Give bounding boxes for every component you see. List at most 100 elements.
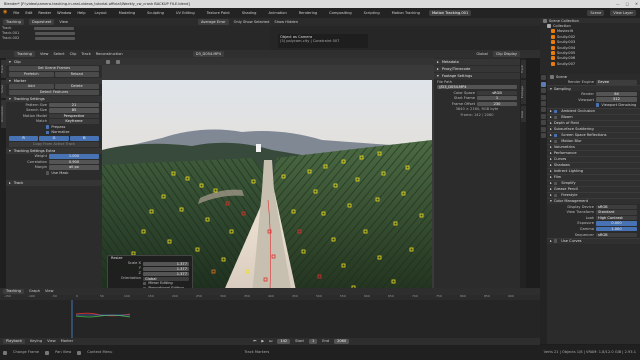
footage-frame[interactable]: Resize Scale X 1.377 Y 1.377 Z 1.377 Orient… xyxy=(102,80,432,295)
add-marker-button[interactable]: Add xyxy=(9,84,54,90)
weight-field[interactable]: 1.000 xyxy=(49,154,99,159)
motion-model-dropdown[interactable]: Perspective xyxy=(49,113,99,119)
tab-motion-tracking-001[interactable]: Motion Tracking.001 xyxy=(428,9,472,17)
frame-offset-field[interactable]: 230 xyxy=(477,101,517,106)
maximize-button[interactable]: □ xyxy=(626,2,629,6)
channel-g-toggle[interactable]: G xyxy=(39,135,69,141)
proxy-header[interactable]: ▸ Proxy/Timecode xyxy=(434,66,520,72)
clip-select-menu[interactable]: Select xyxy=(54,52,65,56)
tool-tab-icon[interactable] xyxy=(541,75,546,81)
constraint-tab-icon[interactable] xyxy=(541,126,546,132)
clip-tools-icon[interactable] xyxy=(116,59,120,64)
prepass-checkbox[interactable] xyxy=(46,125,50,129)
view-layer-selector[interactable]: View Layer xyxy=(610,10,636,16)
tab-track-right[interactable]: Track xyxy=(520,60,526,78)
tab-shading[interactable]: Shading xyxy=(239,10,260,16)
sort-method-dropdown[interactable]: Average Error xyxy=(197,19,229,25)
start-frame-field[interactable]: 1 xyxy=(477,96,517,101)
tab-view[interactable]: View xyxy=(520,106,526,122)
display-device-dropdown[interactable]: sRGB xyxy=(596,204,637,209)
marker-section-header[interactable]: ▾ Marker xyxy=(6,77,102,84)
playback-view-menu[interactable]: View xyxy=(47,339,56,343)
output-tab-icon[interactable] xyxy=(541,88,546,94)
scale-y-field[interactable]: 1.377 xyxy=(143,266,189,271)
keying-menu[interactable]: Keying xyxy=(30,339,42,343)
viewport-denoising-checkbox[interactable] xyxy=(596,103,600,107)
tab-layout[interactable]: Layout xyxy=(92,10,110,16)
copy-from-active-button[interactable]: Copy From Active Track xyxy=(9,141,99,147)
outliner-item[interactable]: Scully.007 xyxy=(540,61,640,66)
clip-editor-type[interactable]: Tracking xyxy=(14,51,35,57)
tab-sculpting[interactable]: Sculpting xyxy=(144,10,167,16)
color-space-dropdown[interactable]: sRGB xyxy=(477,90,517,95)
pivot-dropdown[interactable]: Global xyxy=(476,52,487,56)
tab-scripting[interactable]: Scripting xyxy=(361,10,383,16)
object-tab-icon[interactable] xyxy=(541,113,546,119)
clip-display-dropdown[interactable]: Clip Display xyxy=(492,51,520,57)
scale-x-field[interactable]: 1.377 xyxy=(143,261,189,266)
orientation-dropdown[interactable]: Global xyxy=(143,276,189,281)
mirror-editing-checkbox[interactable] xyxy=(143,281,147,286)
graph-view-menu[interactable]: View xyxy=(45,289,54,293)
correlation-field[interactable]: 0.900 xyxy=(49,159,99,165)
menu-edit[interactable]: Edit xyxy=(25,11,32,15)
blender-logo-icon[interactable]: ◉ xyxy=(3,9,7,16)
view-transform-dropdown[interactable]: Standard xyxy=(596,210,637,215)
clip-name-field[interactable]: D3_D054.MP4 xyxy=(192,51,224,57)
tab-texture-paint[interactable]: Texture Paint xyxy=(204,10,233,16)
track-section-header[interactable]: ▸ Track xyxy=(6,179,102,186)
detect-features-button[interactable]: Detect Features xyxy=(9,90,99,96)
playback-menu[interactable]: Playback xyxy=(3,338,26,345)
menu-file[interactable]: File xyxy=(13,11,19,15)
graph-area[interactable]: -150 -100 -50 0 50 100 150 200 250 300 3… xyxy=(0,294,540,338)
tab-motion-tracking[interactable]: Motion Tracking xyxy=(389,10,423,16)
delete-marker-button[interactable]: Delete xyxy=(54,84,99,90)
start-frame-field-timeline[interactable]: 1 xyxy=(308,338,318,345)
channel-row[interactable]: Track.002 xyxy=(0,36,270,41)
close-button[interactable]: ✕ xyxy=(635,2,638,6)
viewport-samples-field[interactable]: 512 xyxy=(596,97,637,102)
view-layer-tab-icon[interactable] xyxy=(541,94,546,100)
tab-rendering[interactable]: Rendering xyxy=(296,10,320,16)
marker-menu[interactable]: Marker xyxy=(61,339,73,343)
tab-track[interactable]: Track xyxy=(0,60,6,78)
dopesheet-mode-dropdown[interactable]: Dopesheet xyxy=(28,19,55,25)
metadata-header[interactable]: ▸ Metadata xyxy=(434,59,520,65)
gamma-field[interactable]: 1.000 xyxy=(596,226,637,232)
reload-button[interactable]: Reload xyxy=(54,71,99,77)
look-dropdown[interactable]: High Contrast xyxy=(596,215,637,221)
exposure-field[interactable]: 0.000 xyxy=(596,221,637,226)
render-tab-icon[interactable] xyxy=(541,81,546,87)
view-zoom-icon[interactable] xyxy=(106,59,110,64)
clip-viewport[interactable]: Resize Scale X 1.377 Y 1.377 Z 1.377 Orient… xyxy=(102,58,434,295)
clip-track-menu[interactable]: Track xyxy=(81,52,90,56)
normalize-checkbox[interactable] xyxy=(46,130,50,135)
scale-z-field[interactable]: 1.377 xyxy=(143,271,189,276)
tab-animation[interactable]: Animation xyxy=(265,10,289,16)
menu-help[interactable]: Help xyxy=(77,11,85,15)
render-samples-field[interactable]: 64 xyxy=(596,91,637,97)
match-dropdown[interactable]: Keyframe xyxy=(49,119,99,124)
tab-footage[interactable]: Footage xyxy=(520,80,526,104)
file-path-field[interactable]: //D3_D054.MP4 xyxy=(437,85,517,90)
clip-view-menu[interactable]: View xyxy=(40,52,49,56)
tab-compositing[interactable]: Compositing xyxy=(326,10,355,16)
prefetch-button[interactable]: Prefetch xyxy=(9,71,54,77)
sequencer-dropdown[interactable]: sRGB xyxy=(596,232,637,237)
menu-window[interactable]: Window xyxy=(57,11,71,15)
current-frame-field[interactable]: 142 xyxy=(277,338,291,345)
use-curves-header[interactable]: ▸ Use Curves xyxy=(547,237,640,244)
data-tab-icon[interactable] xyxy=(541,132,546,138)
jump-end-icon[interactable]: ⏭ xyxy=(269,339,272,343)
tab-solve[interactable]: Solve xyxy=(0,80,6,98)
editor-type-dropdown[interactable]: Tracking xyxy=(3,19,24,25)
play-icon[interactable]: ▶ xyxy=(261,339,264,343)
render-engine-dropdown[interactable]: Eevee xyxy=(596,80,637,85)
clip-clip-menu[interactable]: Clip xyxy=(70,52,77,56)
filter-only-selected[interactable]: Only Show Selected xyxy=(234,20,270,24)
menu-render[interactable]: Render xyxy=(38,11,51,15)
dopesheet-timeline[interactable]: Object as Camera (3) polycam-city | Cons… xyxy=(270,26,540,50)
filter-show-hidden[interactable]: Show Hidden xyxy=(274,20,298,24)
minimize-button[interactable]: — xyxy=(616,2,620,6)
pattern-size-field[interactable]: 21 xyxy=(49,102,99,108)
